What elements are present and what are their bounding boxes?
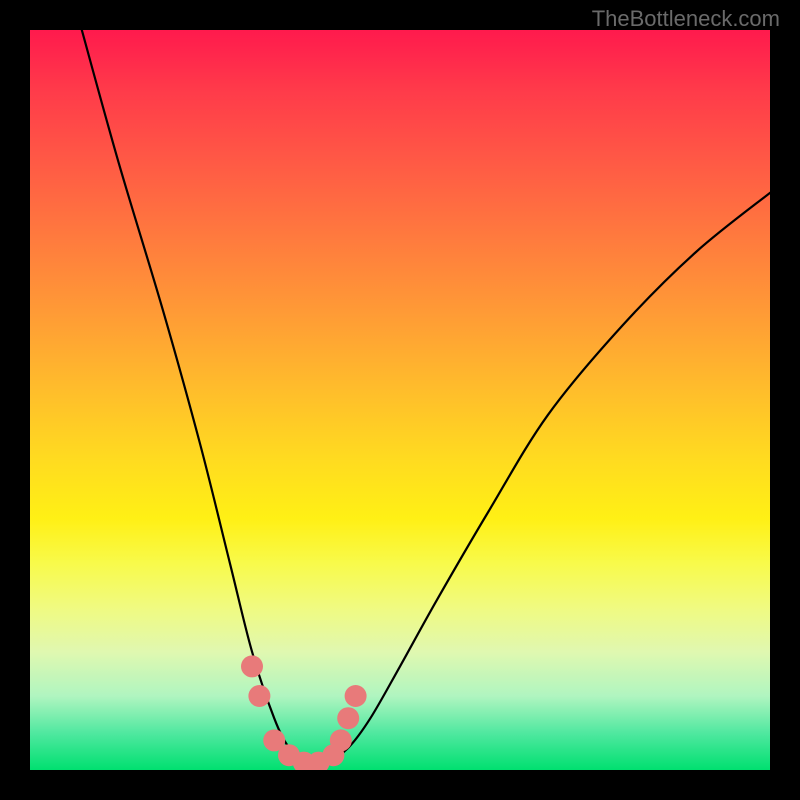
curve-marker (345, 685, 367, 707)
curve-markers-group (241, 655, 367, 770)
chart-container (30, 30, 770, 770)
chart-svg (30, 30, 770, 770)
curve-marker (248, 685, 270, 707)
curve-marker (241, 655, 263, 677)
watermark-text: TheBottleneck.com (592, 6, 780, 32)
curve-marker (330, 729, 352, 751)
bottleneck-curve-line (82, 30, 770, 764)
curve-marker (337, 707, 359, 729)
